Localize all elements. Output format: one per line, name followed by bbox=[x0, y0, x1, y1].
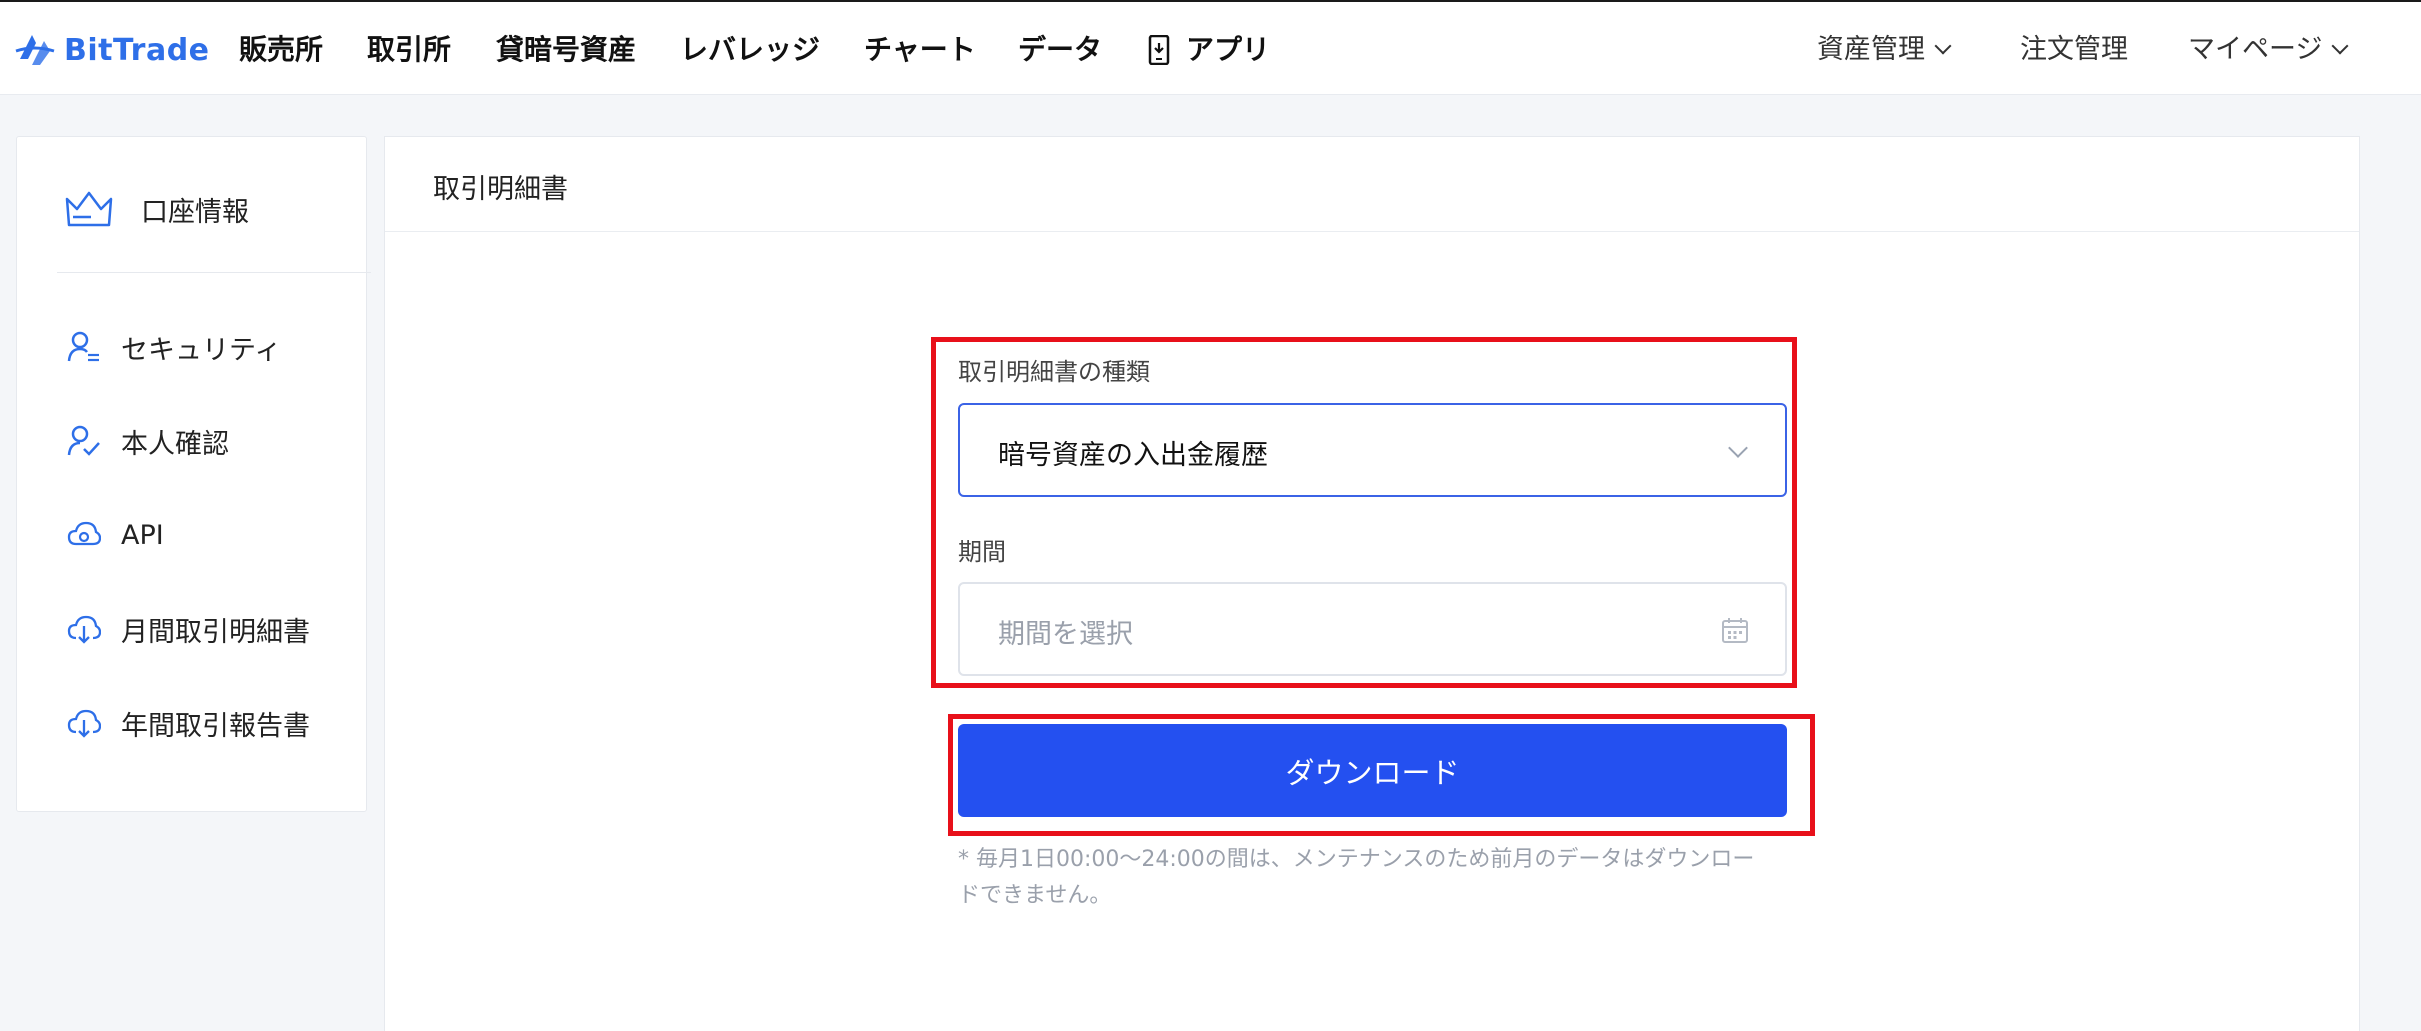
maintenance-note-line: * 毎月1日00:00～24:00の間は、メンテナンスのため前月のデータはダウン… bbox=[958, 847, 1755, 872]
sidebar-item-label: 月間取引明細書 bbox=[121, 616, 310, 648]
cloud-download-icon bbox=[67, 709, 101, 738]
bittrade-logo[interactable]: BitTrade bbox=[14, 27, 210, 73]
statement-type-select[interactable]: 暗号資産の入出金履歴 bbox=[958, 403, 1787, 497]
page: { "header": { "logo_text": "BitTrade", "… bbox=[0, 0, 2421, 1031]
sidebar-item-verification[interactable]: 本人確認 bbox=[67, 421, 229, 461]
logo-text: BitTrade bbox=[64, 32, 210, 68]
cloud-download-icon bbox=[67, 615, 101, 644]
period-label: 期間 bbox=[958, 538, 1006, 566]
top-navbar: BitTrade 販売所 取引所 貸暗号資産 レバレッジ チャート データ アプ… bbox=[0, 0, 2421, 95]
sidebar-item-label: 年間取引報告書 bbox=[121, 710, 310, 742]
sidebar-divider bbox=[57, 272, 371, 273]
user-list-icon bbox=[67, 331, 99, 362]
chevron-down-icon bbox=[1728, 438, 1748, 458]
sidebar-item-label: 本人確認 bbox=[121, 428, 229, 460]
sidebar-item-label: API bbox=[121, 519, 164, 551]
period-placeholder: 期間を選択 bbox=[998, 619, 1133, 650]
maintenance-note: * 毎月1日00:00～24:00の間は、メンテナンスのため前月のデータはダウン… bbox=[958, 842, 1788, 914]
sidebar-account-label: 口座情報 bbox=[141, 196, 249, 228]
sidebar-item-label: セキュリティ bbox=[121, 334, 282, 366]
phone-icon bbox=[1148, 35, 1170, 65]
nav-leverage[interactable]: レバレッジ bbox=[680, 32, 820, 68]
sidebar-item-security[interactable]: セキュリティ bbox=[67, 327, 281, 367]
calendar-icon bbox=[1722, 618, 1748, 643]
crown-icon bbox=[65, 191, 113, 227]
nav-data[interactable]: データ bbox=[1018, 32, 1102, 68]
statement-type-label: 取引明細書の種類 bbox=[958, 358, 1150, 386]
sidebar-item-monthly-statement[interactable]: 月間取引明細書 bbox=[67, 609, 310, 649]
nav-chart[interactable]: チャート bbox=[864, 32, 976, 68]
page-title: 取引明細書 bbox=[433, 174, 568, 205]
nav-asset-management-label: 資産管理 bbox=[1817, 34, 1925, 65]
sidebar-item-annual-report[interactable]: 年間取引報告書 bbox=[67, 703, 310, 743]
sidebar: 口座情報 セキュリティ 本人確認 API 月間取引明細書 年間取引報告書 bbox=[16, 136, 371, 812]
nav-order-management-label: 注文管理 bbox=[2020, 34, 2128, 65]
sidebar-item-account[interactable]: 口座情報 bbox=[63, 187, 249, 231]
period-date-picker[interactable]: 期間を選択 bbox=[958, 582, 1787, 676]
nav-app[interactable]: アプリ bbox=[1148, 32, 1270, 68]
nav-mypage[interactable]: マイページ bbox=[2188, 32, 2349, 68]
nav-app-label: アプリ bbox=[1186, 33, 1271, 66]
chevron-down-icon bbox=[1934, 37, 1952, 55]
nav-sales[interactable]: 販売所 bbox=[239, 32, 323, 68]
nav-order-management[interactable]: 注文管理 bbox=[2020, 32, 2128, 68]
maintenance-note-line: ドできません。 bbox=[958, 883, 1112, 908]
user-check-icon bbox=[67, 425, 100, 456]
statement-type-value: 暗号資産の入出金履歴 bbox=[998, 440, 1268, 471]
bittrade-logo-icon bbox=[15, 35, 55, 65]
sidebar-item-api[interactable]: API bbox=[67, 515, 164, 555]
nav-lending[interactable]: 貸暗号資産 bbox=[496, 32, 636, 68]
nav-exchange[interactable]: 取引所 bbox=[367, 32, 451, 68]
nav-asset-management[interactable]: 資産管理 bbox=[1817, 32, 1952, 68]
download-button[interactable]: ダウンロード bbox=[958, 724, 1787, 817]
title-divider bbox=[385, 231, 2359, 232]
nav-mypage-label: マイページ bbox=[2188, 34, 2323, 65]
cloud-link-icon bbox=[67, 521, 101, 546]
chevron-down-icon bbox=[2331, 37, 2349, 55]
